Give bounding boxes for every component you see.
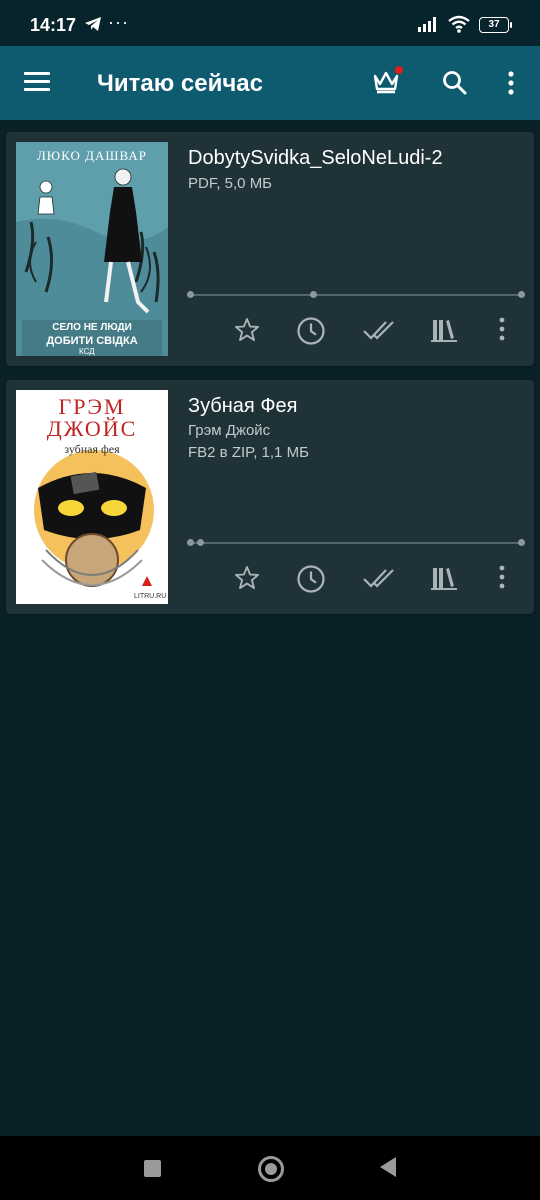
cover-title-line1: СЕЛО НЕ ЛЮДИ <box>52 322 132 333</box>
book-card[interactable]: ЛЮКО ДАШВАР СЕЛО НЕ ЛЮДИ ДОБИТИ СВІДКА К… <box>6 132 534 366</box>
book-cover[interactable]: ГРЭМ ДЖОЙС зубная фея LITRU.RU <box>16 390 168 604</box>
book-author: Грэм Джойс <box>188 422 271 439</box>
app-bar: Читаю сейчас <box>0 46 540 120</box>
more-vert-icon[interactable] <box>498 564 506 595</box>
search-icon[interactable] <box>442 70 468 101</box>
more-vert-icon[interactable] <box>498 316 506 347</box>
cover-author: ЛЮКО ДАШВАР <box>36 148 147 163</box>
done-all-icon[interactable] <box>362 316 396 349</box>
clock-icon[interactable] <box>296 564 326 599</box>
cover-publisher: КСД <box>79 347 95 356</box>
library-icon[interactable] <box>431 564 457 597</box>
telegram-icon <box>84 16 102 37</box>
more-vert-icon[interactable] <box>506 70 516 101</box>
cover-title: зубная фея <box>64 442 120 456</box>
book-actions <box>228 564 528 596</box>
battery-icon: 37 <box>479 17 512 33</box>
signal-icon <box>418 16 440 37</box>
book-cover[interactable]: ЛЮКО ДАШВАР СЕЛО НЕ ЛЮДИ ДОБИТИ СВІДКА К… <box>16 142 168 356</box>
back-button[interactable] <box>378 1156 398 1183</box>
done-all-icon[interactable] <box>362 564 396 597</box>
notification-dot <box>395 66 403 74</box>
status-bar: 14:17 ··· 37 <box>0 0 540 46</box>
book-actions <box>228 316 528 348</box>
reading-progress[interactable] <box>187 539 525 546</box>
book-format-size: PDF, 5,0 МБ <box>188 175 273 192</box>
crown-icon[interactable] <box>371 66 403 99</box>
reading-progress[interactable] <box>187 291 525 298</box>
wifi-icon <box>447 15 471 38</box>
book-title[interactable]: Зубная Фея <box>188 395 297 418</box>
status-time: 14:17 <box>30 15 77 35</box>
clock-icon[interactable] <box>296 316 326 351</box>
progress-end-marker <box>518 539 525 546</box>
menu-icon[interactable] <box>24 72 50 92</box>
book-title[interactable]: DobytySvidka_SeloNeLudi-2 <box>188 147 443 170</box>
progress-position-marker[interactable] <box>196 539 204 546</box>
book-card[interactable]: ГРЭМ ДЖОЙС зубная фея LITRU.RU Зубная Фе… <box>6 380 534 614</box>
library-icon[interactable] <box>431 316 457 349</box>
page-title: Читаю сейчас <box>97 70 263 97</box>
more-notifications-icon: ··· <box>108 12 129 32</box>
book-format-size: FB2 в ZIP, 1,1 МБ <box>188 444 309 461</box>
progress-position-marker[interactable] <box>309 291 317 298</box>
star-icon[interactable] <box>233 564 261 597</box>
progress-start-marker <box>187 291 194 298</box>
cover-title-line2: ДОБИТИ СВІДКА <box>46 335 138 347</box>
system-nav-bar <box>0 1136 540 1200</box>
progress-end-marker <box>518 291 525 298</box>
recents-button[interactable] <box>144 1160 161 1177</box>
home-button[interactable] <box>258 1156 284 1182</box>
cover-author-line2: ДЖОЙС <box>46 416 138 441</box>
star-icon[interactable] <box>233 316 261 349</box>
cover-publisher: LITRU.RU <box>134 593 167 600</box>
progress-start-marker <box>187 539 194 546</box>
